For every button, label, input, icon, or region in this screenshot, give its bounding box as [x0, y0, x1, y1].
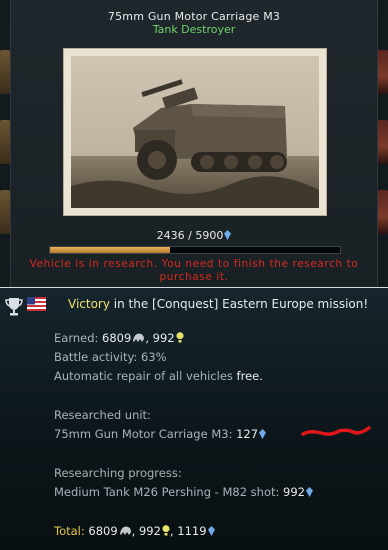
researched-unit-rp: 127	[236, 427, 259, 441]
battle-report: Victory in the [Conquest] Eastern Europe…	[0, 288, 388, 550]
red-annotation-scribble	[301, 426, 371, 436]
earned-label: Earned:	[54, 331, 99, 345]
research-progress-fill	[50, 247, 170, 253]
total-rp: 992	[138, 524, 161, 538]
vehicle-thumbnail[interactable]	[0, 120, 10, 164]
research-progress-readout: 2436 / 5900	[11, 229, 377, 242]
victory-label: Victory	[68, 297, 110, 311]
vehicle-class: Tank Destroyer	[152, 23, 236, 36]
silver-lions-icon	[133, 333, 145, 342]
researched-unit-label: Researched unit:	[54, 408, 151, 422]
total-rp2: 1119	[177, 524, 207, 538]
mission-description: in the [Conquest] Eastern Europe mission…	[109, 297, 369, 311]
researching-label: Researching progress:	[54, 466, 182, 480]
total-silver: 6809	[88, 524, 118, 538]
usa-flag-icon	[27, 297, 46, 311]
convertible-rp-icon	[224, 230, 232, 240]
vehicle-name: 75mm Gun Motor Carriage M3	[107, 10, 281, 23]
earned-rp: 992	[152, 331, 175, 345]
convertible-rp-icon	[306, 487, 313, 497]
vehicle-photo	[63, 48, 327, 216]
researched-unit-row: 75mm Gun Motor Carriage M3: 127	[54, 427, 267, 441]
silver-lions-icon	[119, 526, 131, 535]
researched-unit-name: 75mm Gun Motor Carriage M3:	[54, 427, 233, 441]
researching-item: Medium Tank M26 Pershing - M82 shot:	[54, 485, 280, 499]
researching-row: Medium Tank M26 Pershing - M82 shot: 992	[54, 485, 313, 499]
battle-activity: Battle activity: 63%	[54, 350, 167, 364]
vehicle-card-area: 75mm Gun Motor Carriage M3 Tank Destroye…	[0, 0, 388, 287]
vehicle-thumbnail[interactable]	[0, 50, 10, 94]
left-vehicle-strip	[0, 0, 10, 287]
mission-result-headline: Victory in the [Conquest] Eastern Europe…	[68, 297, 368, 311]
researching-rp: 992	[283, 485, 305, 499]
halftrack-photo	[71, 56, 319, 208]
research-progress-bar	[49, 246, 341, 254]
research-points-icon	[176, 332, 184, 343]
vehicle-thumbnail[interactable]	[0, 190, 10, 234]
earned-row: Earned: 6809, 992	[54, 331, 184, 345]
vehicle-info-card: 75mm Gun Motor Carriage M3 Tank Destroye…	[10, 0, 378, 287]
trophy-icon	[5, 298, 23, 316]
total-row: Total: 6809, 992, 1119	[54, 524, 215, 538]
research-warning: Vehicle is in research. You need to fini…	[29, 258, 359, 283]
repair-text: Automatic repair of all vehicles	[54, 369, 233, 383]
convertible-rp-icon	[259, 429, 267, 439]
convertible-rp-icon	[207, 526, 215, 536]
research-points-icon	[162, 525, 170, 536]
repair-row: Automatic repair of all vehicles free.	[54, 369, 263, 383]
earned-silver: 6809	[102, 331, 132, 345]
repair-value: free.	[236, 369, 263, 383]
total-label: Total:	[54, 524, 85, 538]
research-progress-text: 2436 / 5900	[156, 229, 224, 242]
